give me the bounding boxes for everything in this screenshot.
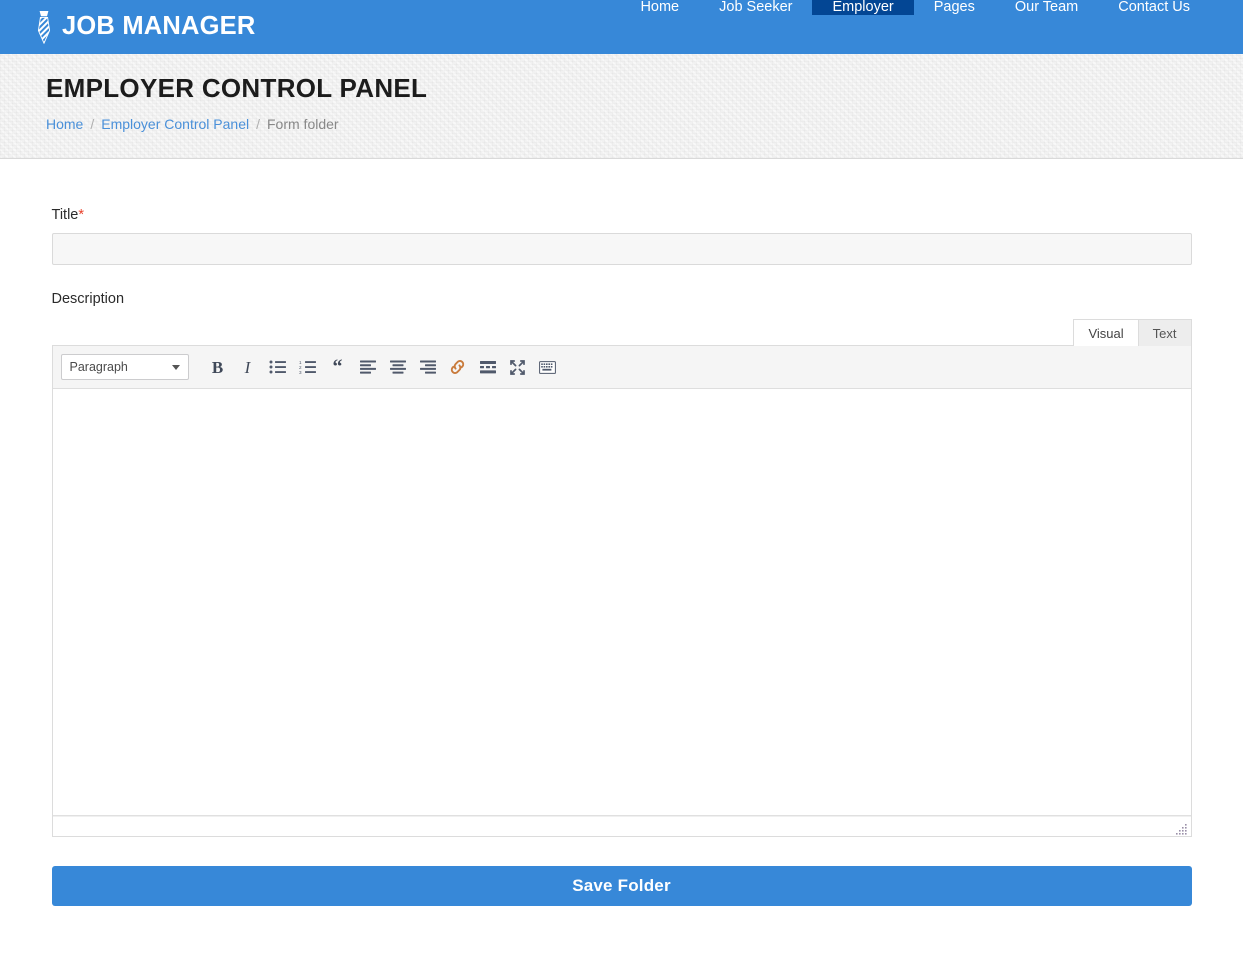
format-select-value: Paragraph <box>69 360 128 375</box>
breadcrumb-link-home[interactable]: Home <box>46 116 83 132</box>
necktie-icon <box>33 10 55 44</box>
breadcrumb-current-label: Form folder <box>267 115 339 132</box>
main-menu: Home Job Seeker Employer Pages Our Team … <box>620 0 1243 54</box>
editor-toolbar: Paragraph B I 1 2 3 “ <box>52 346 1191 390</box>
read-more-icon[interactable] <box>473 352 503 382</box>
top-navbar: JOB MANAGER Home Job Seeker Employer Pag… <box>0 0 1243 54</box>
breadcrumb-link-employer-control-panel[interactable]: Employer Control Panel <box>101 116 249 132</box>
nav-item-pages[interactable]: Pages <box>914 0 995 15</box>
tab-text[interactable]: Text <box>1137 318 1192 347</box>
breadcrumb-separator-icon: / <box>256 115 260 132</box>
description-editor-body[interactable] <box>52 389 1191 817</box>
italic-glyph: I <box>244 357 251 377</box>
editor-mode-tabs: Visual Text <box>52 318 1192 347</box>
fullscreen-icon[interactable] <box>503 352 533 382</box>
blockquote-icon[interactable]: “ <box>323 352 353 382</box>
title-input[interactable] <box>51 233 1192 266</box>
nav-item-job-seeker[interactable]: Job Seeker <box>699 0 812 15</box>
editor-resize-handle[interactable] <box>1175 822 1188 835</box>
description-editor: Visual Text Paragraph B I 1 2 3 “ <box>51 318 1192 838</box>
field-gap <box>52 265 1192 291</box>
align-left-icon[interactable] <box>353 352 383 382</box>
svg-text:3: 3 <box>299 370 302 374</box>
italic-icon[interactable]: I <box>233 352 263 382</box>
breadcrumb-separator-2: / <box>249 116 267 132</box>
breadcrumb-item-home[interactable]: Home <box>46 116 83 132</box>
editor-status-bar <box>52 816 1191 837</box>
align-right-icon[interactable] <box>413 352 443 382</box>
nav-item-our-team[interactable]: Our Team <box>995 0 1098 15</box>
toolbar-toggle-icon[interactable] <box>533 352 563 382</box>
breadcrumb: Home / Employer Control Panel / Form fol… <box>46 116 1243 132</box>
bulleted-list-icon[interactable] <box>263 352 293 382</box>
nav-item-employer[interactable]: Employer <box>812 0 914 15</box>
required-asterisk: * <box>78 207 85 223</box>
nav-item-home[interactable]: Home <box>620 0 699 15</box>
title-label-text: Title <box>51 207 79 223</box>
tab-visual[interactable]: Visual <box>1073 318 1139 347</box>
editor-box: Paragraph B I 1 2 3 “ <box>51 345 1192 838</box>
brand-logo[interactable]: JOB MANAGER <box>0 0 255 54</box>
form-container: Title* Description Visual Text Paragraph… <box>51 159 1192 907</box>
breadcrumb-separator-1: / <box>83 116 101 132</box>
nav-right-spacer <box>1210 0 1243 54</box>
breadcrumb-separator-icon: / <box>90 115 95 132</box>
bold-glyph: B <box>211 357 224 377</box>
breadcrumb-item-current: Form folder <box>267 116 339 132</box>
title-field-label: Title* <box>52 207 1192 224</box>
align-center-icon[interactable] <box>383 352 413 382</box>
nav-item-contact-us[interactable]: Contact Us <box>1098 0 1210 15</box>
blockquote-glyph: “ <box>332 356 343 379</box>
link-icon[interactable] <box>443 352 473 382</box>
save-folder-button[interactable]: Save Folder <box>51 866 1192 907</box>
breadcrumb-item-employer-control-panel[interactable]: Employer Control Panel <box>101 116 249 132</box>
format-select[interactable]: Paragraph <box>60 354 189 381</box>
description-field-label: Description <box>51 291 125 308</box>
brand-name: JOB MANAGER <box>62 12 256 41</box>
page-title: EMPLOYER CONTROL PANEL <box>46 73 428 103</box>
numbered-list-icon[interactable]: 1 2 3 <box>293 352 323 382</box>
bold-icon[interactable]: B <box>203 352 233 382</box>
page-header-band: EMPLOYER CONTROL PANEL Home / Employer C… <box>0 54 1243 159</box>
chevron-down-icon <box>171 364 180 370</box>
